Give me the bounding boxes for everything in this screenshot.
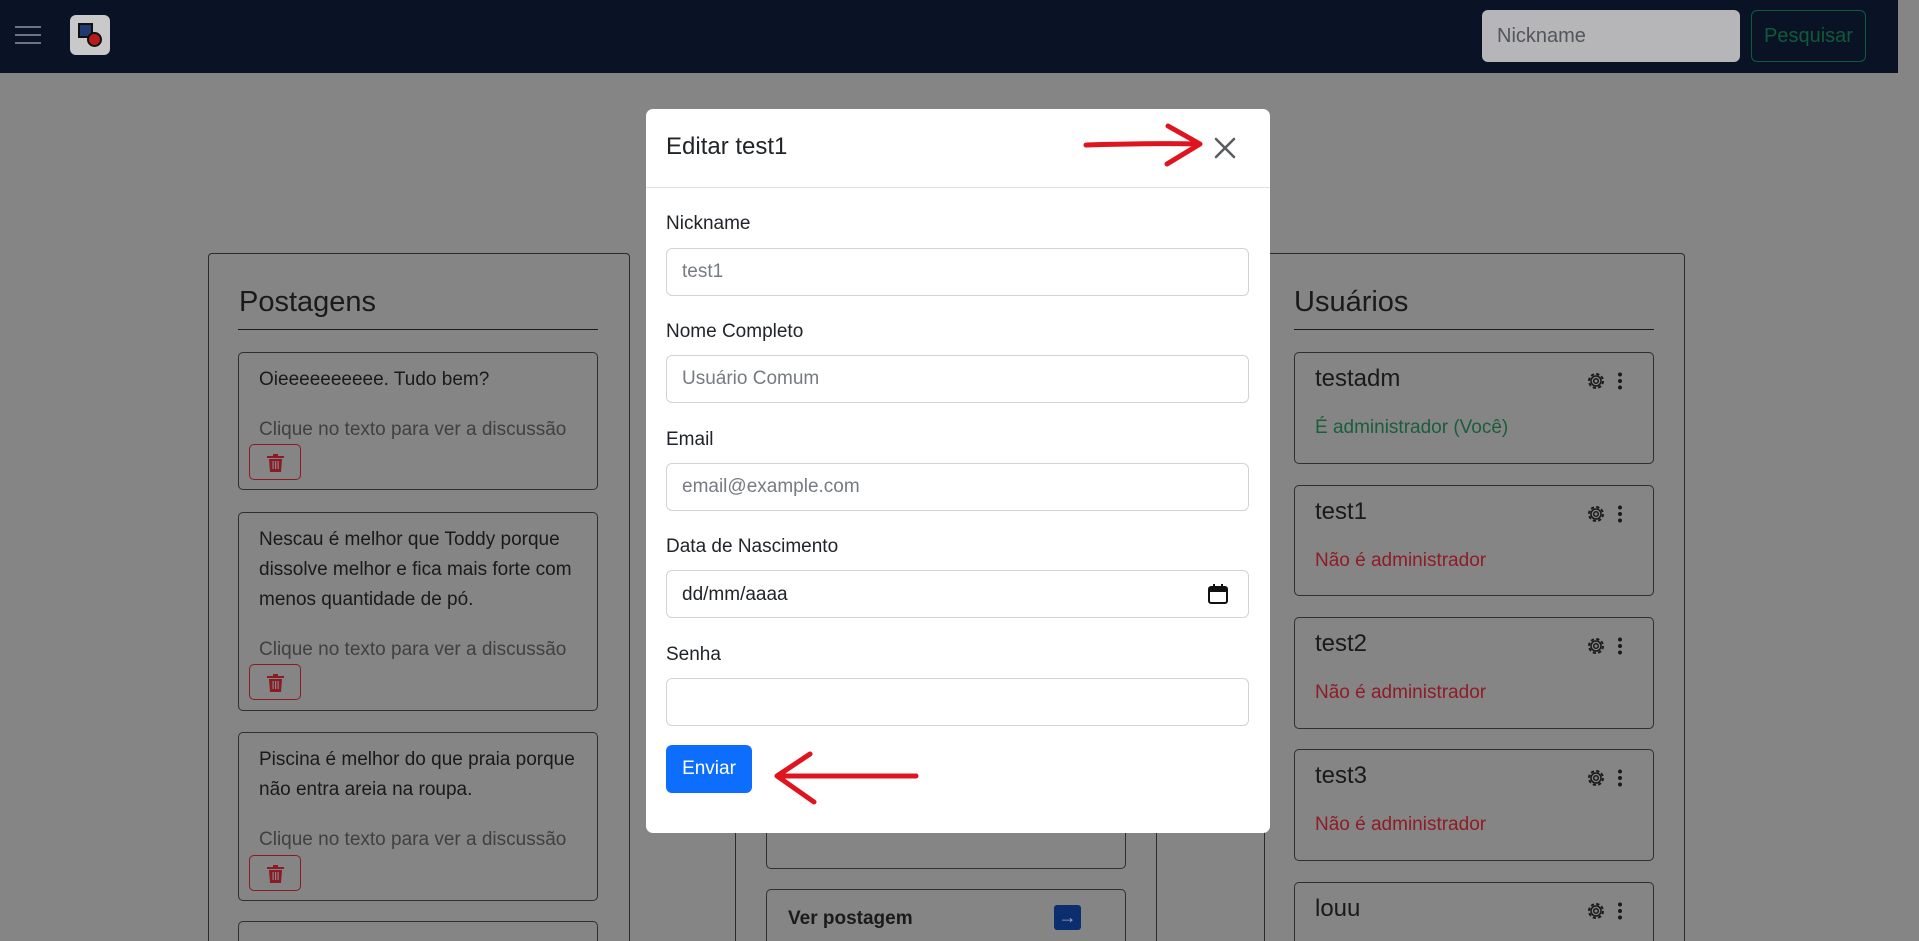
arrow-right-icon[interactable]: → <box>1054 905 1081 930</box>
email-input[interactable] <box>666 463 1249 511</box>
gear-icon[interactable] <box>1586 768 1606 788</box>
post-hint: Clique no texto para ver a discussão <box>259 829 567 850</box>
submit-button[interactable]: Enviar <box>666 745 752 793</box>
post-text[interactable]: Piscina é melhor do que praia porque não… <box>259 745 589 805</box>
post-text[interactable]: Oieeeeeeeeee. Tudo bem? <box>259 365 589 395</box>
feed-post-card[interactable]: Ver postagem → <box>766 889 1126 941</box>
top-navbar: Nickname Pesquisar <box>0 0 1898 73</box>
user-name: test3 <box>1315 762 1368 789</box>
birthdate-value: dd/mm/aaaa <box>682 584 788 605</box>
user-card[interactable]: test1 Não é administrador <box>1294 485 1654 596</box>
fullname-label: Nome Completo <box>666 321 804 342</box>
birthdate-input[interactable]: dd/mm/aaaa <box>666 570 1249 618</box>
post-hint: Clique no texto para ver a discussão <box>259 639 567 660</box>
gear-icon[interactable] <box>1586 504 1606 524</box>
password-input[interactable] <box>666 678 1249 726</box>
gear-icon[interactable] <box>1586 371 1606 391</box>
delete-post-button[interactable] <box>249 444 301 480</box>
fullname-input[interactable] <box>666 355 1249 403</box>
user-name: test2 <box>1315 630 1368 657</box>
kebab-menu-icon[interactable] <box>1617 902 1623 920</box>
kebab-menu-icon[interactable] <box>1617 637 1623 655</box>
trash-icon <box>267 865 284 883</box>
admin-status: É administrador (Você) <box>1315 417 1509 438</box>
calendar-icon[interactable] <box>1207 583 1229 605</box>
posts-panel-title: Postagens <box>239 286 377 318</box>
annotation-arrow-to-close <box>1083 123 1203 167</box>
admin-status: Não é administrador <box>1315 814 1487 835</box>
annotation-arrow-to-submit <box>774 751 919 805</box>
post-card[interactable]: Piscina é melhor do que praia porque não… <box>238 732 598 901</box>
app-logo[interactable] <box>70 15 110 55</box>
users-divider <box>1294 329 1654 330</box>
user-card[interactable]: testadm É administrador (Você) <box>1294 352 1654 464</box>
kebab-menu-icon[interactable] <box>1617 769 1623 787</box>
view-post-link[interactable]: Ver postagem <box>788 908 913 930</box>
users-panel-title: Usuários <box>1294 286 1409 318</box>
kebab-menu-icon[interactable] <box>1617 505 1623 523</box>
user-name: louu <box>1315 895 1361 922</box>
post-card[interactable]: Nescau é melhor que Toddy porque dissolv… <box>238 512 598 711</box>
admin-status: Não é administrador <box>1315 682 1487 703</box>
user-card[interactable]: louu <box>1294 882 1654 941</box>
gear-icon[interactable] <box>1586 901 1606 921</box>
trash-icon <box>267 454 284 472</box>
nickname-search-input[interactable]: Nickname <box>1482 10 1740 62</box>
admin-status: Não é administrador <box>1315 550 1487 571</box>
password-label: Senha <box>666 644 721 665</box>
nickname-input[interactable] <box>666 248 1249 296</box>
user-name: test1 <box>1315 498 1368 525</box>
trash-icon <box>267 674 284 692</box>
nickname-label: Nickname <box>666 213 751 234</box>
post-hint: Clique no texto para ver a discussão <box>259 419 567 440</box>
hamburger-icon[interactable] <box>15 24 41 46</box>
page-scrollbar[interactable] <box>1898 0 1919 941</box>
kebab-menu-icon[interactable] <box>1617 372 1623 390</box>
post-card[interactable]: Oieeeeeeeeee. Tudo bem? Clique no texto … <box>238 352 598 490</box>
user-name: testadm <box>1315 365 1401 392</box>
delete-post-button[interactable] <box>249 855 301 891</box>
close-icon[interactable] <box>1209 132 1241 164</box>
user-card[interactable]: test3 Não é administrador <box>1294 749 1654 861</box>
modal-title: Editar test1 <box>666 133 788 160</box>
posts-divider <box>238 329 598 330</box>
gear-icon[interactable] <box>1586 636 1606 656</box>
email-label: Email <box>666 429 714 450</box>
delete-post-button[interactable] <box>249 664 301 700</box>
post-text[interactable]: Nescau é melhor que Toddy porque dissolv… <box>259 525 589 615</box>
birthdate-label: Data de Nascimento <box>666 536 839 557</box>
user-card[interactable]: test2 Não é administrador <box>1294 617 1654 729</box>
search-button[interactable]: Pesquisar <box>1751 10 1866 62</box>
post-card[interactable] <box>238 921 598 941</box>
